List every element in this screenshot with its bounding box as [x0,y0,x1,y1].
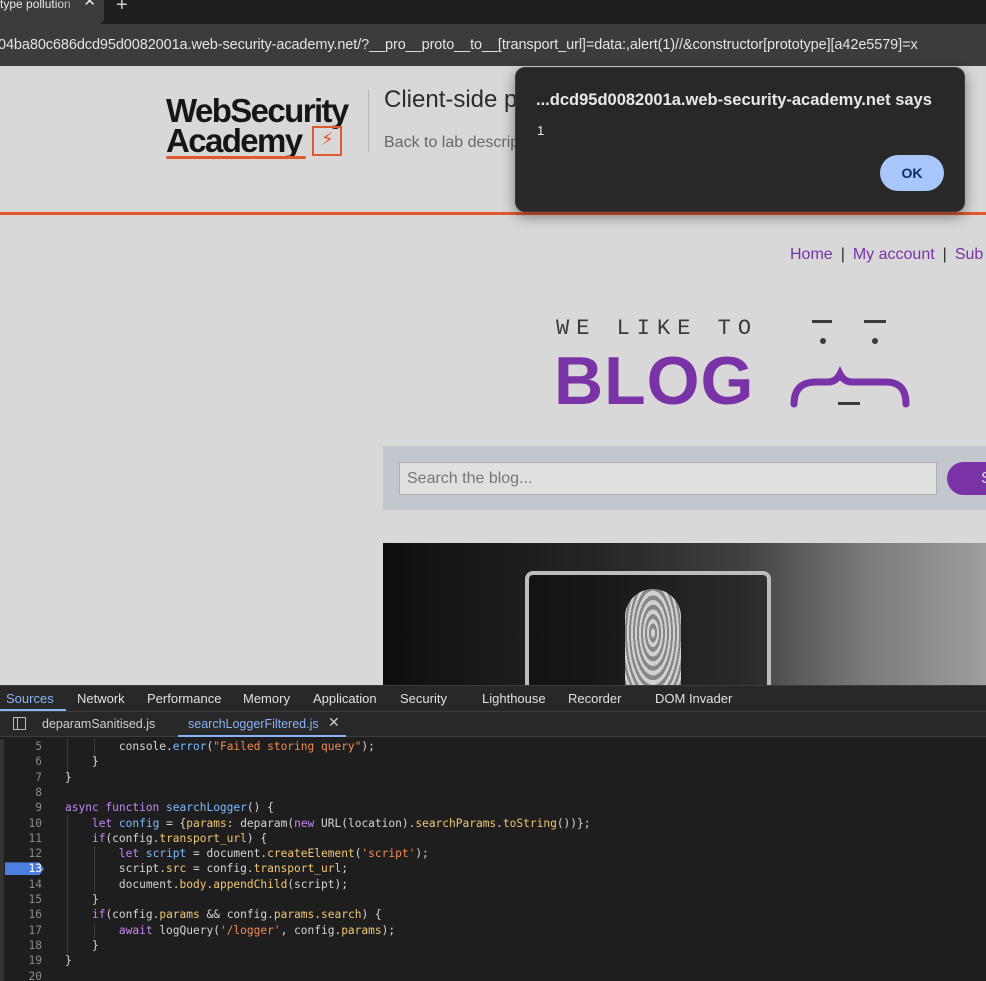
file-tab-bar: deparamSanitised.js searchLoggerFiltered… [0,711,986,737]
code-text: } [65,770,72,784]
line-number[interactable]: 18 [6,938,42,953]
line-number[interactable]: 14 [6,877,42,892]
code-line: 19 } [0,953,986,968]
code-text: async function searchLogger() { [65,801,274,815]
line-number[interactable]: 6 [6,754,42,769]
line-number[interactable]: 5 [6,739,42,754]
code-line: 18 } [0,938,986,953]
code-text: let config = {params: deparam(new URL(lo… [91,816,591,830]
code-text: } [65,954,72,968]
code-line: 12 let script = document.createElement('… [0,846,986,861]
tab-application[interactable]: Application [313,691,377,706]
line-number[interactable]: 19 [6,953,42,968]
code-line: 9 async function searchLogger() { [0,800,986,815]
code-text: } [65,755,99,769]
code-line-breakpoint: 13 script.src = config.transport_url; [0,861,986,876]
tab-network[interactable]: Network [77,691,125,706]
tab-security[interactable]: Security [400,691,447,706]
code-line: 6 } [0,754,986,769]
code-line: 10 let config = {params: deparam(new URL… [0,816,986,831]
code-line: 11 if(config.transport_url) { [0,831,986,846]
ok-button[interactable]: OK [880,155,944,191]
code-line: 14 document.body.appendChild(script); [0,877,986,892]
code-text: if(config.params && config.params.search… [91,908,382,922]
tab-dom-invader[interactable]: DOM Invader [655,691,732,706]
url-text[interactable]: 04ba80c686dcd95d0082001a.web-security-ac… [0,37,918,53]
active-file-indicator [178,735,346,737]
devtools-panel: Sources Network Performance Memory Appli… [0,685,986,981]
code-line: 8 [0,785,986,800]
file-tab-deparam[interactable]: deparamSanitised.js [42,717,155,731]
code-line: 16 if(config.params && config.params.sea… [0,907,986,922]
code-line: 20 [0,969,986,981]
line-number[interactable]: 11 [6,831,42,846]
line-number[interactable]: 17 [6,923,42,938]
file-tab-searchlogger[interactable]: searchLoggerFiltered.js [188,717,319,731]
address-bar[interactable]: 04ba80c686dcd95d0082001a.web-security-ac… [0,24,986,66]
code-line: 7 } [0,770,986,785]
code-line: 15 } [0,892,986,907]
alert-dialog: ...dcd95d0082001a.web-security-academy.n… [515,67,965,212]
line-number[interactable]: 15 [6,892,42,907]
code-text: document.body.appendChild(script); [65,877,348,891]
line-number[interactable]: 8 [6,785,42,800]
tab-recorder[interactable]: Recorder [568,691,621,706]
code-text: } [65,893,99,906]
code-text: let script = document.createElement('scr… [118,847,429,861]
code-text: await logQuery('/logger', config.params)… [118,923,396,937]
alert-message: 1 [537,123,545,138]
line-number[interactable]: 13 [6,861,42,876]
alert-title: ...dcd95d0082001a.web-security-academy.n… [536,91,932,109]
sidebar-toggle-icon[interactable] [13,717,26,730]
devtools-tab-bar: Sources Network Performance Memory Appli… [0,685,986,711]
browser-tab[interactable]: type pollution ✕ [0,0,104,24]
code-text: if(config.transport_url) { [91,831,268,845]
code-line: 5 console.error("Failed storing query"); [0,739,986,754]
code-text: script.src = config.transport_url; [65,862,348,876]
line-number[interactable]: 7 [6,770,42,785]
line-number[interactable]: 20 [6,969,42,981]
tab-memory[interactable]: Memory [243,691,290,706]
line-number[interactable]: 10 [6,816,42,831]
line-number[interactable]: 9 [6,800,42,815]
tab-performance[interactable]: Performance [147,691,221,706]
new-tab-button[interactable]: + [116,0,128,17]
close-icon[interactable]: ✕ [83,0,96,9]
code-editor[interactable]: 5 console.error("Failed storing query");… [0,739,986,981]
tab-lighthouse[interactable]: Lighthouse [482,691,546,706]
line-number[interactable]: 16 [6,907,42,922]
tab-sources[interactable]: Sources [6,691,54,706]
tab-strip: type pollution ✕ + [0,0,986,24]
code-line: 17 await logQuery('/logger', config.para… [0,923,986,938]
close-icon[interactable]: ✕ [328,714,340,731]
code-text: console.error("Failed storing query"); [65,740,375,753]
code-text: } [65,938,99,952]
line-number[interactable]: 12 [6,846,42,861]
